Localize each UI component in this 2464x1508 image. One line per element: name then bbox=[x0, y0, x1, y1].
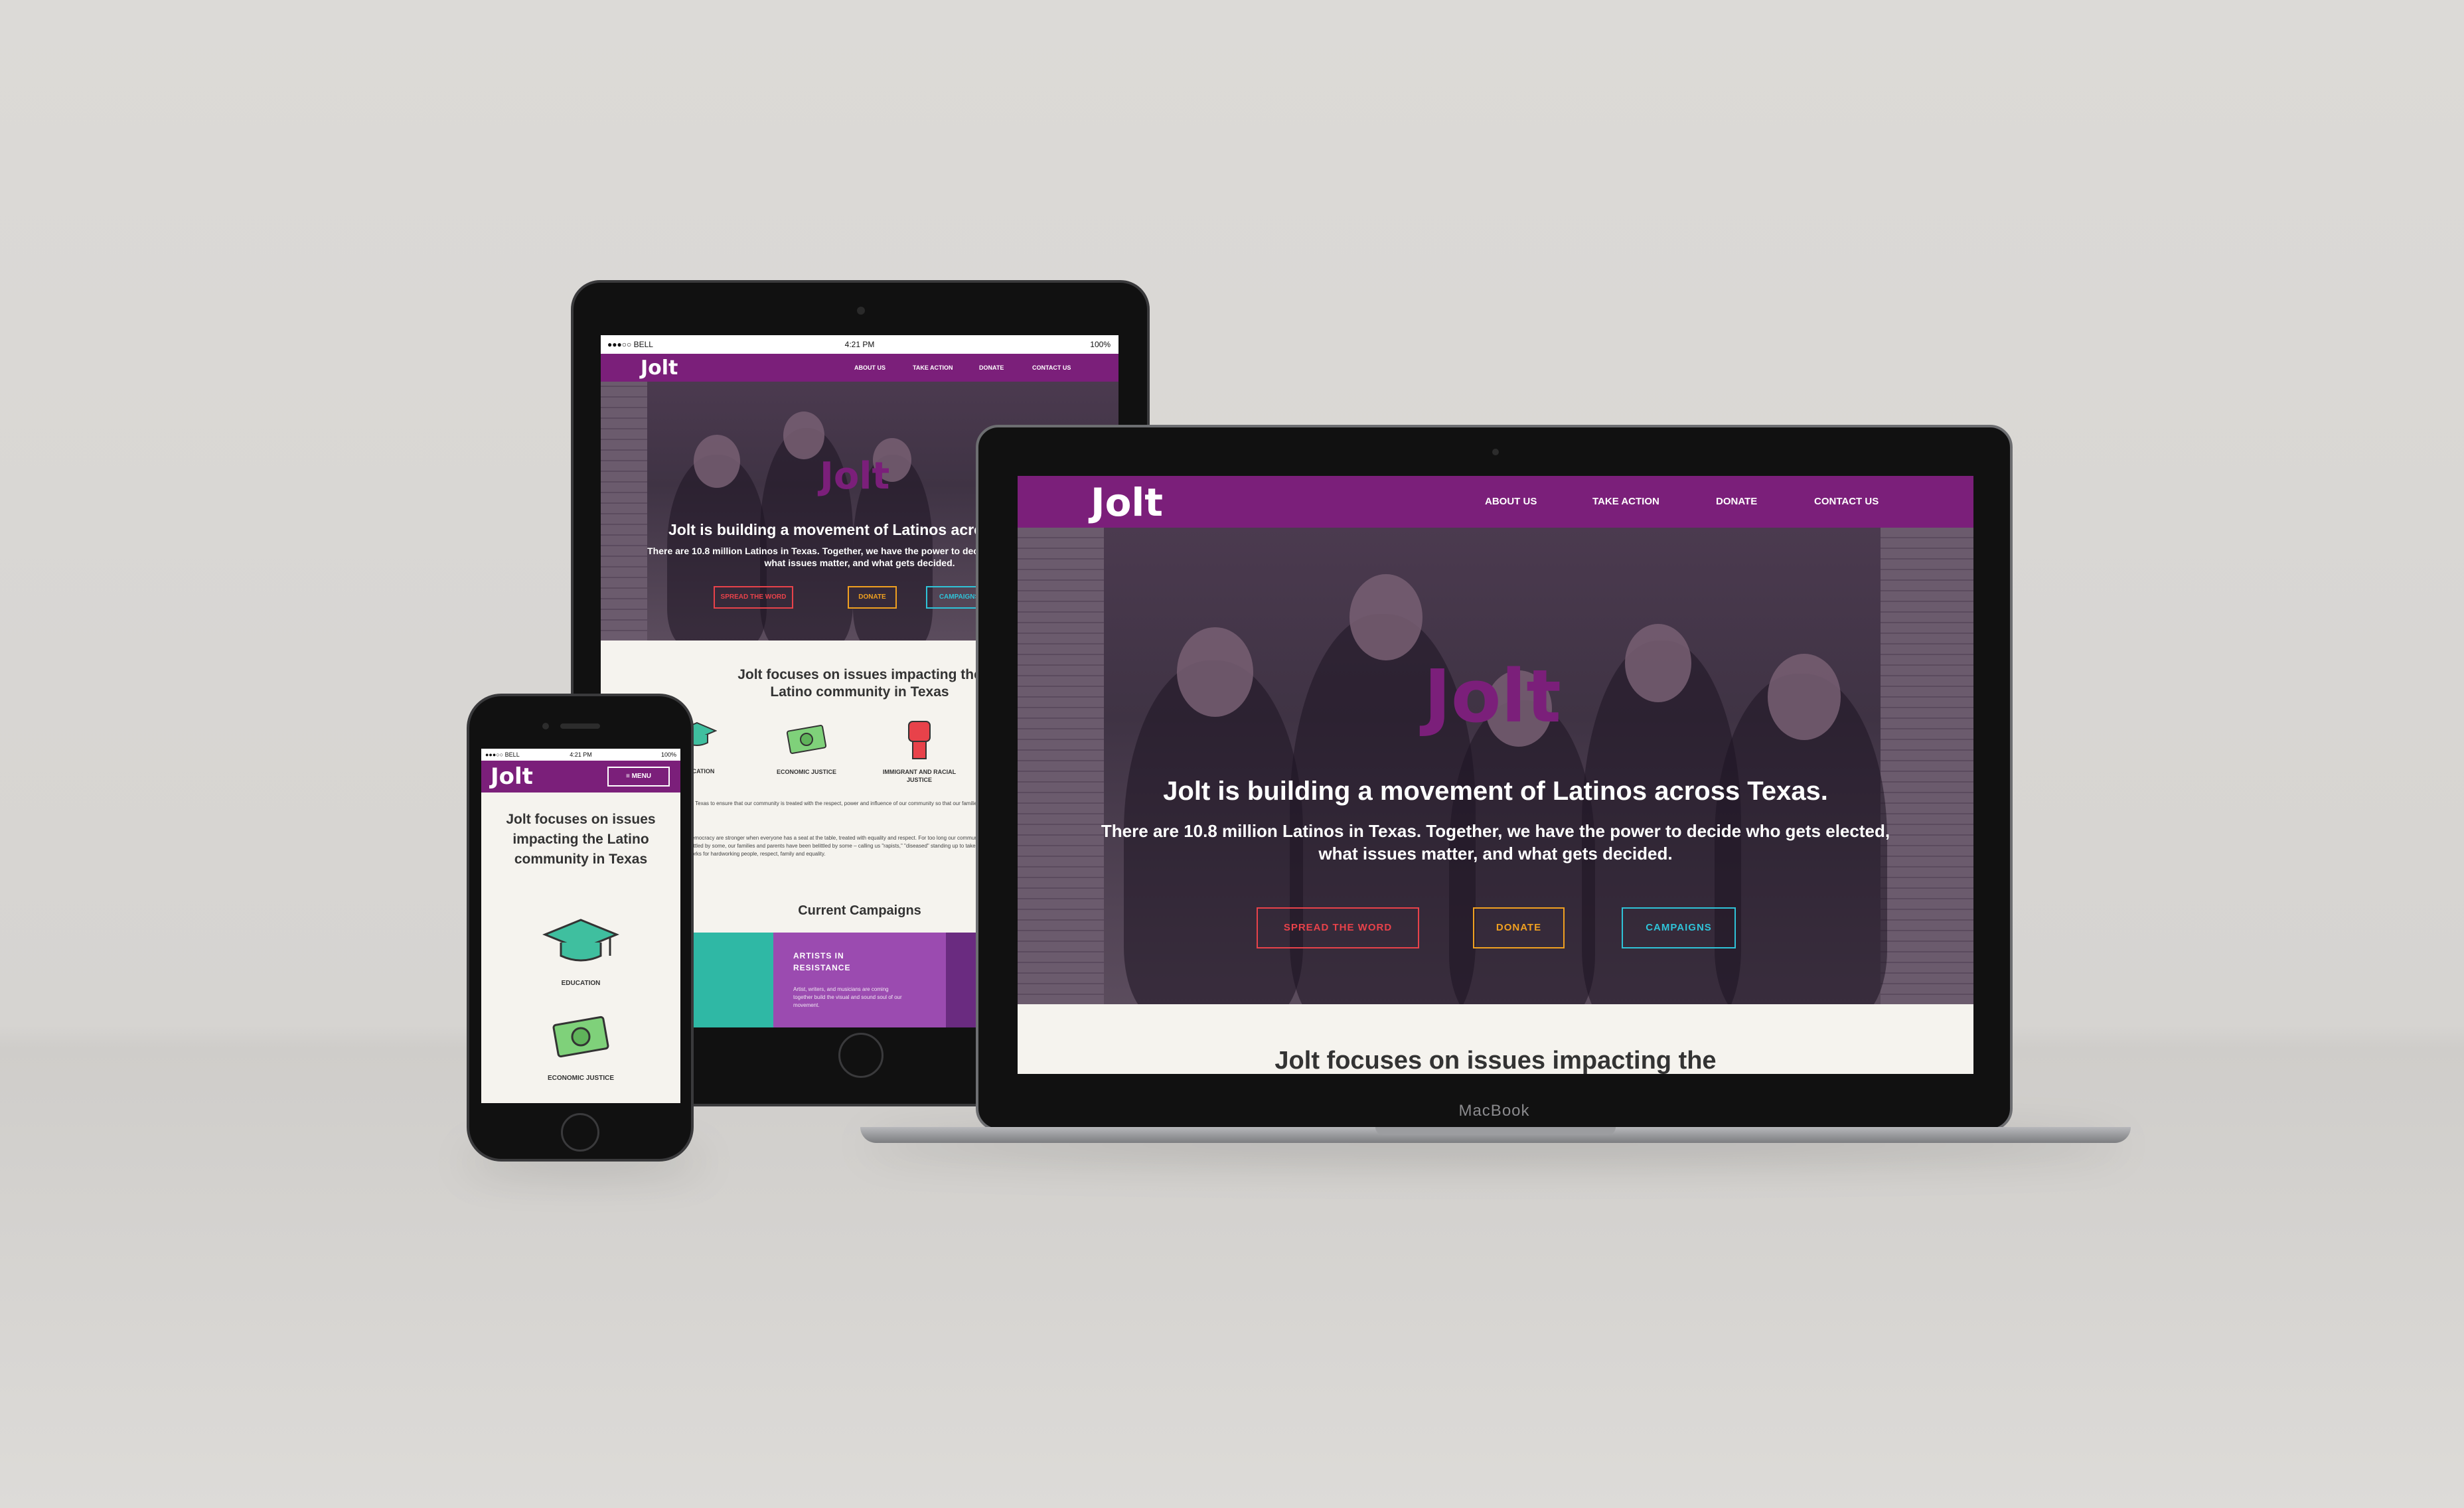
phone-camera bbox=[542, 723, 549, 729]
tablet-spread-button[interactable]: SPREAD THE WORD bbox=[714, 586, 793, 609]
tablet-nav-bar: Jolt ABOUT US TAKE ACTION DONATE CONTACT… bbox=[601, 354, 1118, 382]
hero-logo: Jolt bbox=[1424, 654, 1561, 739]
hero-person-head bbox=[1177, 627, 1253, 717]
laptop-screen: Jolt ABOUT US TAKE ACTION DONATE CONTACT… bbox=[1018, 476, 1973, 1074]
status-time: 4:21 PM bbox=[844, 340, 875, 349]
laptop-hero: Jolt Jolt is building a movement of Lati… bbox=[1018, 528, 1973, 1004]
battery-text: 100% bbox=[1090, 340, 1111, 349]
nav-donate[interactable]: DONATE bbox=[1716, 496, 1757, 507]
phone-screen: ●●●○○ BELL 4:21 PM 100% Jolt ≡ MENU Jolt… bbox=[481, 749, 680, 1103]
laptop-hero-title: Jolt is building a movement of Latinos a… bbox=[1163, 777, 1828, 806]
hero-logo-text: Jolt bbox=[1424, 654, 1561, 739]
tablet-home-button[interactable] bbox=[838, 1033, 884, 1078]
logo-text: Jolt bbox=[491, 763, 533, 790]
tablet-nav-about[interactable]: ABOUT US bbox=[854, 364, 886, 371]
donate-button[interactable]: DONATE bbox=[1473, 907, 1565, 948]
brick-pillar bbox=[1018, 528, 1104, 1004]
hero-person-head bbox=[783, 412, 824, 459]
tablet-campaign-card[interactable]: ARTISTS IN RESISTANCE Artist, writers, a… bbox=[773, 933, 946, 1027]
brick-pillar bbox=[1881, 528, 1973, 1004]
campaigns-button[interactable]: CAMPAIGNS bbox=[1622, 907, 1736, 948]
money-icon bbox=[783, 719, 830, 759]
phone-status-bar: ●●●○○ BELL 4:21 PM 100% bbox=[481, 749, 680, 761]
spread-the-word-button[interactable]: SPREAD THE WORD bbox=[1257, 907, 1419, 948]
tablet-logo[interactable]: Jolt bbox=[641, 356, 678, 380]
phone-nav-bar: Jolt ≡ MENU bbox=[481, 761, 680, 792]
fist-icon bbox=[899, 715, 939, 761]
campaign-card-title: ARTISTS IN RESISTANCE bbox=[793, 951, 851, 972]
laptop-notch bbox=[1375, 1127, 1616, 1135]
phone-feature-education: EDUCATION bbox=[561, 980, 601, 987]
money-icon bbox=[548, 1006, 614, 1066]
nav-about-us[interactable]: ABOUT US bbox=[1485, 496, 1537, 507]
hero-logo-text: Jolt bbox=[820, 455, 890, 498]
hero-logo: Jolt bbox=[820, 455, 889, 498]
tablet-status-bar: ●●●○○ BELL 4:21 PM 100% bbox=[601, 335, 1118, 354]
graduation-cap-icon bbox=[541, 915, 621, 968]
phone-feature-economic: ECONOMIC JUSTICE bbox=[548, 1075, 615, 1082]
battery-text: 100% bbox=[660, 751, 676, 758]
tablet-nav-take-action[interactable]: TAKE ACTION bbox=[913, 364, 953, 371]
laptop-camera bbox=[1492, 449, 1499, 455]
tablet-feature-immigrant: IMMIGRANT AND RACIAL JUSTICE bbox=[882, 769, 957, 783]
logo-text: Jolt bbox=[1091, 480, 1164, 525]
hero-person-head bbox=[694, 435, 740, 488]
brick-pillar bbox=[601, 382, 647, 641]
menu-button[interactable]: ≡ MENU bbox=[607, 767, 670, 787]
campaign-card-body: Artist, writers, and musicians are comin… bbox=[793, 986, 902, 1008]
tablet-feature-economic: ECONOMIC JUSTICE bbox=[776, 769, 836, 775]
tablet-nav-donate[interactable]: DONATE bbox=[979, 364, 1004, 371]
laptop-logo[interactable]: Jolt bbox=[1091, 480, 1163, 525]
nav-contact-us[interactable]: CONTACT US bbox=[1814, 496, 1879, 507]
status-time: 4:21 PM bbox=[570, 751, 592, 758]
phone-home-button[interactable] bbox=[561, 1113, 599, 1152]
phone-logo[interactable]: Jolt bbox=[491, 763, 533, 790]
laptop-brand-label: MacBook bbox=[1458, 1102, 1530, 1120]
laptop-hero-subtitle: There are 10.8 million Latinos in Texas.… bbox=[1101, 821, 1890, 864]
nav-take-action[interactable]: TAKE ACTION bbox=[1592, 496, 1659, 507]
tablet-donate-button[interactable]: DONATE bbox=[848, 586, 897, 609]
phone-speaker bbox=[560, 723, 600, 729]
phone-focus-heading: Jolt focuses on issues impacting the Lat… bbox=[506, 812, 656, 867]
tablet-nav-contact[interactable]: CONTACT US bbox=[1032, 364, 1071, 371]
hero-person-head bbox=[1349, 574, 1423, 660]
hero-person-head bbox=[1625, 624, 1691, 702]
logo-text: Jolt bbox=[641, 356, 678, 380]
hero-person-head bbox=[1768, 654, 1841, 740]
laptop-focus-heading: Jolt focuses on issues impacting the bbox=[1274, 1047, 1717, 1074]
laptop-nav-bar: Jolt ABOUT US TAKE ACTION DONATE CONTACT… bbox=[1018, 476, 1973, 528]
tablet-camera bbox=[857, 307, 865, 315]
